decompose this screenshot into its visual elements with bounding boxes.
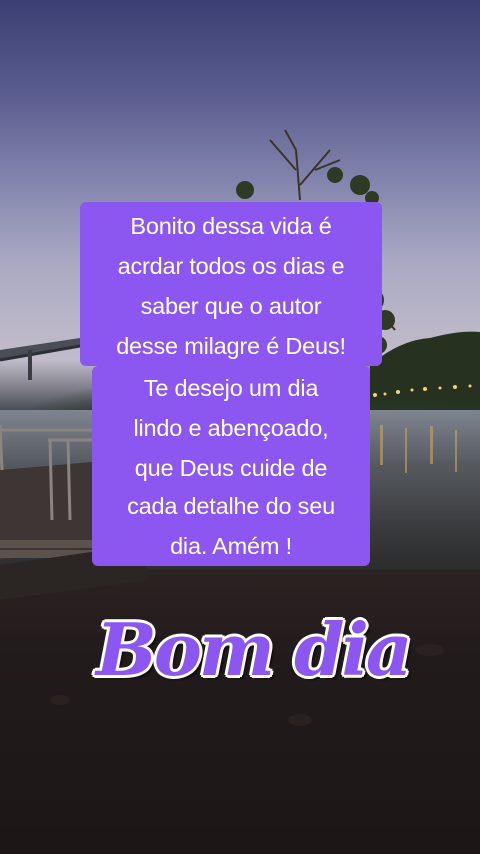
message-box-top: Bonito dessa vida é acrdar todos os dias… [80,202,382,366]
message-line: saber que o autor [140,293,322,319]
message-line: que Deus cuide de [134,455,328,481]
message-line: dia. Amém ! [170,533,292,559]
message-line: acrdar todos os dias e [117,253,345,279]
message-line: cada detalhe do seu [127,493,335,519]
message-line: Te desejo um dia [143,375,319,401]
message-box-bottom: Te desejo um dia lindo e abençoado, que … [92,366,370,566]
message-line: Bonito dessa vida é [130,213,332,239]
message-line: desse milagre é Deus! [116,333,346,359]
greeting-title: Bom dia [96,607,412,692]
message-line: lindo e abençoado, [133,415,329,441]
